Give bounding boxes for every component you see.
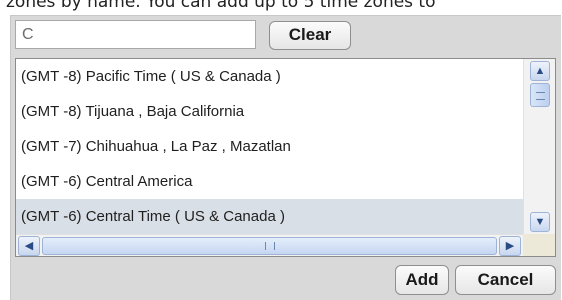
timezone-list-item-selected[interactable]: (GMT -6) Central Time ( US & Canada ) <box>16 199 523 234</box>
vertical-scroll-thumb[interactable] <box>530 83 550 107</box>
timezone-list-item[interactable]: (GMT -8) Tijuana , Baja California <box>16 94 523 129</box>
vertical-scrollbar[interactable]: ▲ ▼ <box>523 59 555 234</box>
arrow-down-icon[interactable]: ▼ <box>530 212 550 232</box>
arrow-right-icon[interactable]: ▶ <box>499 236 521 256</box>
timezone-list-item[interactable]: (GMT -8) Pacific Time ( US & Canada ) <box>16 59 523 94</box>
timezone-listbox[interactable]: (GMT -8) Pacific Time ( US & Canada ) (G… <box>15 58 556 257</box>
arrow-up-icon[interactable]: ▲ <box>530 61 550 81</box>
timezone-list-item[interactable]: (GMT -7) Chihuahua , La Paz , Mazatlan <box>16 129 523 164</box>
clear-button[interactable]: Clear <box>269 21 351 50</box>
arrow-left-icon[interactable]: ◀ <box>18 236 40 256</box>
timezone-list: (GMT -8) Pacific Time ( US & Canada ) (G… <box>16 59 523 234</box>
cancel-button[interactable]: Cancel <box>455 265 556 295</box>
add-button[interactable]: Add <box>395 265 449 295</box>
instruction-text: zones by name. You can add up to 5 time … <box>6 0 436 12</box>
timezone-list-item[interactable]: (GMT -6) Central America <box>16 164 523 199</box>
horizontal-scroll-thumb[interactable] <box>42 237 497 255</box>
horizontal-scrollbar[interactable]: ◀ ▶ <box>16 234 523 256</box>
timezone-search-input[interactable] <box>15 20 256 49</box>
scrollbar-corner <box>523 234 555 256</box>
